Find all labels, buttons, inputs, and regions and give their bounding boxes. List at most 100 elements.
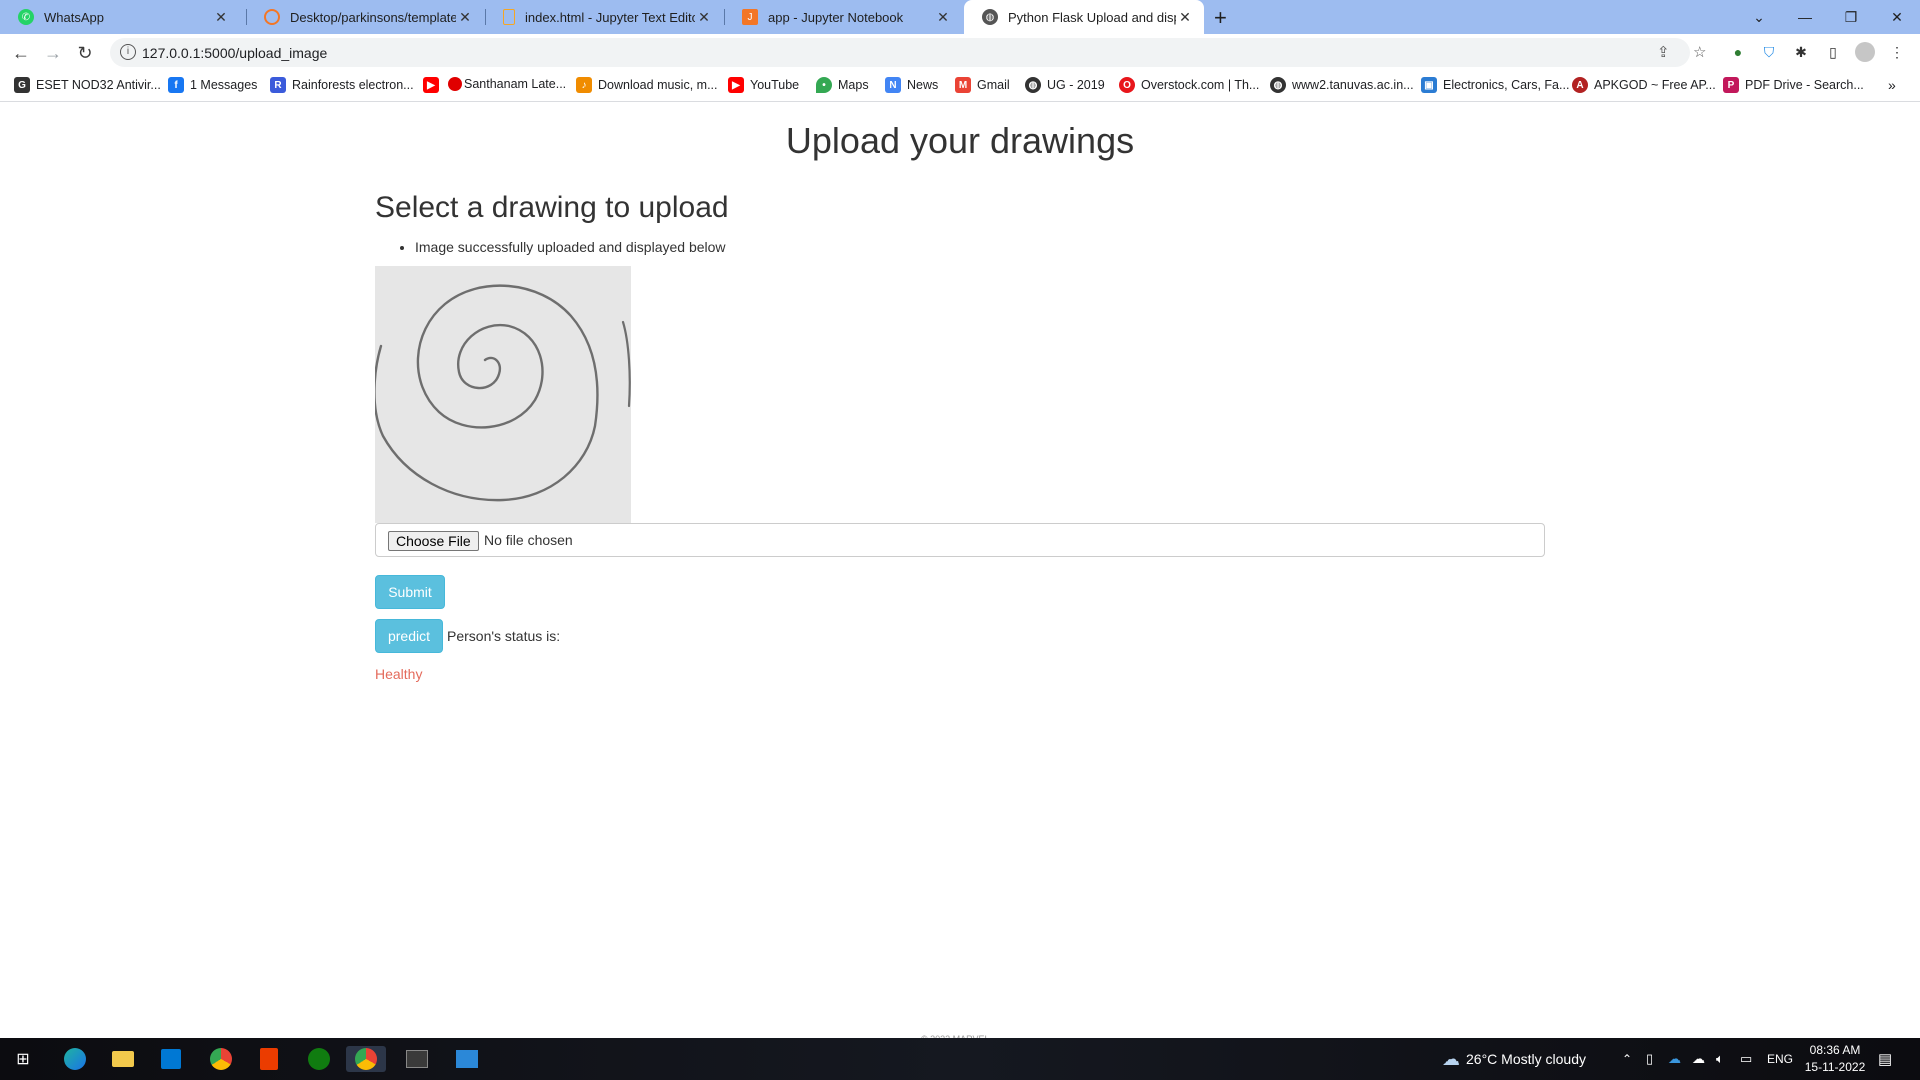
network-icon[interactable]: ▭ [1740, 1038, 1752, 1080]
bookmark-label: Santhanam Late... [464, 77, 567, 91]
photos-icon[interactable] [454, 1046, 480, 1072]
choose-file-button[interactable]: Choose File [388, 531, 479, 551]
chrome-icon[interactable] [208, 1046, 234, 1072]
minimize-button[interactable]: — [1782, 0, 1828, 34]
xbox-icon[interactable] [306, 1046, 332, 1072]
notifications-icon[interactable]: ▤ [1878, 1038, 1892, 1080]
flash-messages: Image successfully uploaded and displaye… [415, 239, 726, 255]
tray-chevron-icon[interactable]: ⌃ [1622, 1038, 1632, 1080]
youtube-icon: ▶ [728, 77, 744, 93]
tab-label: WhatsApp [44, 9, 104, 25]
tray-device-icon[interactable]: ▯ [1646, 1038, 1653, 1080]
bookmark-youtube-video[interactable]: ▶ [423, 77, 445, 93]
site-info-icon[interactable]: i [120, 44, 136, 60]
file-explorer-icon[interactable] [110, 1046, 136, 1072]
clock[interactable]: 08:36 AM 15-11-2022 [1800, 1042, 1870, 1076]
extensions-puzzle-icon[interactable]: ✱ [1791, 42, 1811, 62]
close-icon[interactable]: ✕ [695, 9, 713, 26]
bookmark-tanuvas[interactable]: ◍ www2.tanuvas.ac.in... [1270, 77, 1414, 93]
bookmark-electronics[interactable]: ▣ Electronics, Cars, Fa... [1421, 77, 1569, 93]
tab-templates[interactable]: Desktop/parkinsons/templates/ ✕ [246, 0, 484, 34]
volume-icon[interactable]: 🔈︎ [1716, 1038, 1724, 1080]
upload-section-title: Select a drawing to upload [375, 191, 729, 224]
bookmark-label: www2.tanuvas.ac.in... [1292, 78, 1414, 92]
terminal-icon[interactable] [404, 1046, 430, 1072]
close-icon[interactable]: ✕ [1176, 9, 1194, 26]
tab-app-notebook[interactable]: J app - Jupyter Notebook ✕ [724, 0, 962, 34]
back-button[interactable]: ← [8, 40, 34, 66]
tab-label: Desktop/parkinsons/templates/ [290, 9, 456, 25]
bookmark-apkgod[interactable]: A APKGOD ~ Free AP... [1572, 77, 1716, 93]
forward-button[interactable]: → [40, 40, 66, 66]
file-input[interactable]: Choose File No file chosen [375, 523, 1545, 557]
prediction-result: Healthy [375, 666, 423, 682]
office-icon[interactable] [256, 1046, 282, 1072]
bookmark-youtube[interactable]: ▶ YouTube [728, 77, 799, 93]
bookmark-messages[interactable]: f 1 Messages [168, 77, 257, 93]
onedrive-icon[interactable]: ☁ [1668, 1038, 1681, 1080]
bookmark-maps[interactable]: • Maps [816, 77, 869, 93]
bookmark-gmail[interactable]: M Gmail [955, 77, 1010, 93]
share-icon[interactable]: ⇪ [1657, 43, 1670, 61]
close-icon[interactable]: ✕ [456, 9, 474, 26]
more-bookmarks-icon[interactable]: » [1888, 77, 1896, 93]
profile-avatar[interactable] [1855, 42, 1875, 62]
close-icon[interactable]: ✕ [934, 9, 952, 26]
tab-flask-upload[interactable]: ◍ Python Flask Upload and display ✕ [964, 0, 1204, 34]
submit-button[interactable]: Submit [375, 575, 445, 609]
extension-globe-icon[interactable]: ● [1728, 42, 1748, 62]
bookmark-ug-2019[interactable]: ◍ UG - 2019 [1025, 77, 1105, 93]
spiral-drawing-image [373, 266, 631, 523]
tab-label: app - Jupyter Notebook [768, 9, 904, 25]
close-icon[interactable]: ✕ [212, 9, 230, 26]
side-panel-icon[interactable]: ▯ [1823, 42, 1843, 62]
tab-search-icon[interactable]: ⌄ [1736, 0, 1782, 34]
windows-taskbar: ⊞ ☁ 26°C Mostly cloudy ⌃ ▯ ☁ ☁ 🔈︎ ▭ ENG … [0, 1038, 1920, 1080]
clock-date: 15-11-2022 [1804, 1060, 1866, 1074]
windows-start-icon[interactable]: ⊞ [10, 1046, 36, 1072]
uploaded-spiral-drawing [373, 266, 631, 523]
url-text[interactable]: 127.0.0.1:5000/upload_image [142, 45, 327, 61]
menu-kebab-icon[interactable]: ⋮ [1887, 42, 1907, 62]
bookmark-news[interactable]: N News [885, 77, 938, 93]
tab-strip: ✆ WhatsApp ✕ Desktop/parkinsons/template… [0, 0, 1920, 34]
bookmark-label: UG - 2019 [1047, 78, 1105, 92]
bookmark-label: ESET NOD32 Antivir... [36, 78, 161, 92]
edge-icon[interactable] [62, 1046, 88, 1072]
eset-icon: G [14, 77, 30, 93]
predict-button[interactable]: predict [375, 619, 443, 653]
globe-icon: ◍ [982, 9, 998, 25]
chrome-active-icon[interactable] [346, 1046, 386, 1072]
bookmark-santhanam[interactable]: Santhanam Late... [448, 77, 566, 91]
bookmark-label: Electronics, Cars, Fa... [1443, 78, 1570, 92]
star-icon[interactable]: ☆ [1693, 43, 1706, 61]
cloud-sync-icon[interactable]: ☁ [1692, 1038, 1705, 1080]
store-icon[interactable] [158, 1046, 184, 1072]
bookmark-label: Gmail [977, 78, 1010, 92]
tab-whatsapp[interactable]: ✆ WhatsApp ✕ [0, 0, 240, 34]
bookmark-overstock[interactable]: O Overstock.com | Th... [1119, 77, 1259, 93]
language-indicator[interactable]: ENG [1767, 1038, 1793, 1080]
news-icon: N [885, 77, 901, 93]
reload-button[interactable]: ↻ [72, 40, 98, 66]
globe-icon: ◍ [1270, 77, 1286, 93]
bookmark-download-music[interactable]: ♪ Download music, m... [576, 77, 717, 93]
bookmark-label: Maps [838, 78, 869, 92]
bookmark-label: 1 Messages [190, 78, 258, 92]
shield-icon[interactable]: ⛉ [1759, 42, 1779, 62]
weather-widget[interactable]: ☁ 26°C Mostly cloudy [1442, 1038, 1586, 1080]
tab-index-html[interactable]: index.html - Jupyter Text Editor ✕ [485, 0, 723, 34]
bookmark-label: PDF Drive - Search... [1745, 78, 1864, 92]
close-window-button[interactable]: ✕ [1874, 0, 1920, 34]
overstock-icon: O [1119, 77, 1135, 93]
bookmark-eset[interactable]: G ESET NOD32 Antivir... [14, 77, 161, 93]
bookmark-pdf-drive[interactable]: P PDF Drive - Search... [1723, 77, 1864, 93]
bookmark-label: Rainforests electron... [292, 78, 414, 92]
bookmark-label: Download music, m... [598, 78, 718, 92]
bookmark-label: YouTube [750, 78, 800, 92]
bookmark-rainforests[interactable]: R Rainforests electron... [270, 77, 414, 93]
address-bar[interactable]: i 127.0.0.1:5000/upload_image ⇪ ☆ [110, 38, 1706, 67]
restore-button[interactable]: ❐ [1828, 0, 1874, 34]
new-tab-button[interactable]: + [1214, 5, 1227, 31]
globe-icon: ◍ [1025, 77, 1041, 93]
